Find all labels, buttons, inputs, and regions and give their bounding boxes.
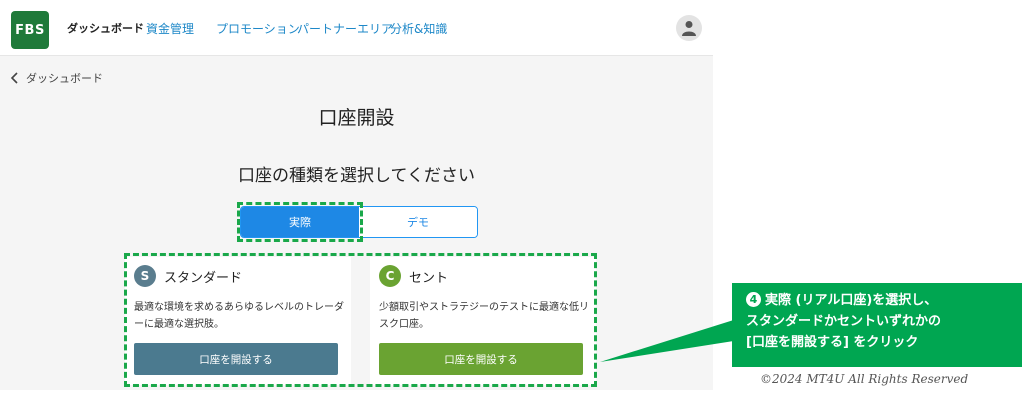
callout-line: [口座を開設する] をクリック <box>746 335 919 350</box>
copyright-watermark: ©2024 MT4U All Rights Reserved <box>760 372 969 386</box>
step-number-badge: 4 <box>746 292 761 307</box>
instruction-callout: 4 実際 (リアル口座)を選択し、 スタンダードかセントいずれかの [口座を開設す… <box>732 283 1022 367</box>
callout-line: スタンダードかセントいずれかの <box>746 314 942 329</box>
screenshot-stage: FBS ダッシュボード 資金管理 プロモーション パートナーエリア 分析&知識 … <box>0 0 1024 396</box>
callout-text: 実際 (リアル口座)を選択し、 <box>765 293 938 308</box>
callout-line: 4 実際 (リアル口座)を選択し、 <box>746 290 1012 311</box>
